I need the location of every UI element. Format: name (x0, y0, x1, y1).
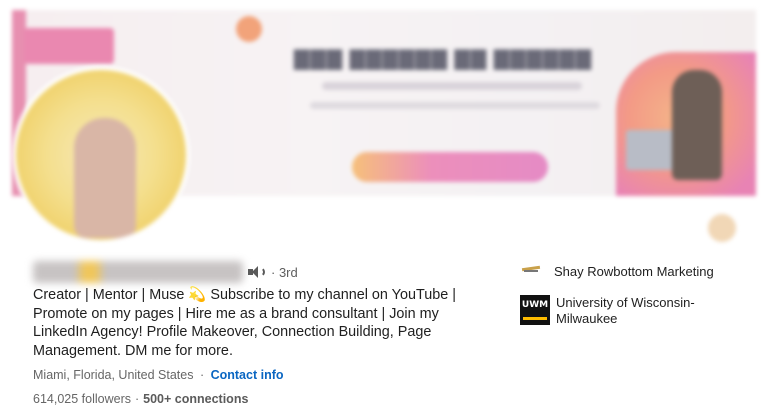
uwm-logo-icon: UWM (520, 295, 550, 325)
banner-cta (352, 152, 548, 182)
connection-degree: · 3rd (271, 264, 298, 280)
banner-headline-blurred: ▇▇▇ ▇▇▇▇▇▇ ▇▇ ▇▇▇▇▇▇ (294, 48, 593, 70)
banner-subtitle-2 (310, 102, 600, 109)
current-company[interactable]: Shay Rowbottom Marketing (520, 264, 714, 280)
banner-decoration (236, 16, 262, 42)
banner-subtitle (322, 82, 582, 90)
followers-row: 614,025 followers · 500+ connections (33, 392, 249, 406)
followers-count[interactable]: 614,025 followers (33, 392, 131, 406)
banner-person (672, 70, 722, 180)
profile-headline: Creator | Mentor | Muse 💫 Subscribe to m… (33, 287, 456, 359)
company-name: Shay Rowbottom Marketing (554, 264, 714, 279)
profile-name-row: · 3rd (33, 260, 298, 284)
education[interactable]: UWM University of Wisconsin-Milwaukee (520, 295, 726, 327)
profile-name-redacted (33, 261, 243, 283)
speaker-icon[interactable] (247, 264, 265, 280)
banner-tag (24, 28, 114, 64)
profile-avatar[interactable] (12, 66, 190, 244)
contact-info-link[interactable]: Contact info (211, 368, 284, 382)
company-logo-icon (520, 264, 542, 278)
profile-badge (708, 214, 736, 242)
connections-count[interactable]: 500+ connections (143, 392, 248, 406)
profile-location: Miami, Florida, United States (33, 368, 194, 382)
school-name: University of Wisconsin-Milwaukee (556, 295, 695, 326)
avatar-figure (74, 118, 136, 238)
location-row: Miami, Florida, United States · Contact … (33, 368, 284, 382)
